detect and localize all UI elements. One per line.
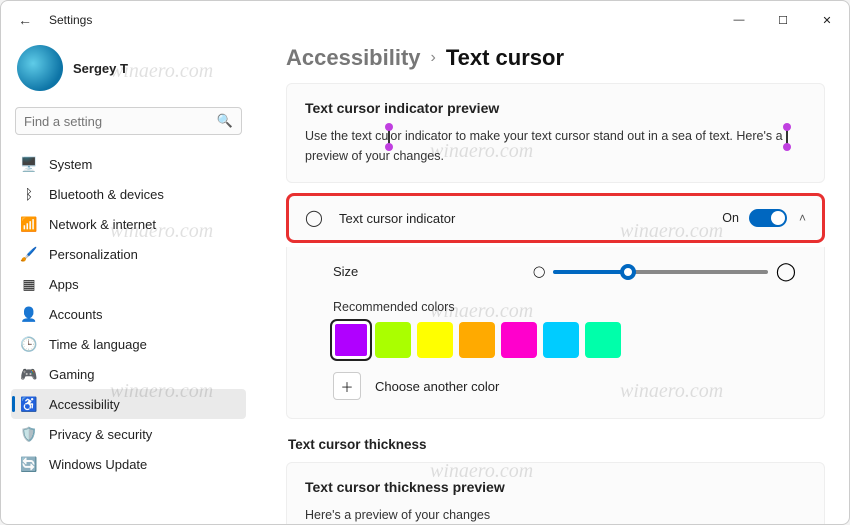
sidebar-item-label: Network & internet — [49, 217, 156, 232]
profile-name: Sergey T — [73, 61, 128, 76]
profile[interactable]: Sergey T — [17, 45, 240, 91]
indicator-expanded-panel: Size ◯ ◯ Recommended colors ＋ Choose ano… — [286, 247, 825, 419]
sidebar-item-gaming[interactable]: 🎮 Gaming — [11, 359, 246, 389]
sidebar-item-label: Gaming — [49, 367, 95, 382]
colors-heading: Recommended colors — [333, 300, 796, 314]
color-swatch[interactable] — [417, 322, 453, 358]
toggle-state: On — [722, 211, 739, 225]
size-small-icon: ◯ — [533, 265, 545, 278]
toggle-switch[interactable] — [749, 209, 787, 227]
close-button[interactable]: ✕ — [805, 1, 849, 39]
nav-icon: 🖌️ — [21, 246, 37, 262]
preview-heading: Text cursor indicator preview — [305, 100, 806, 116]
size-label: Size — [333, 264, 533, 279]
add-color-button[interactable]: ＋ — [333, 372, 361, 400]
nav-icon: 🖥️ — [21, 156, 37, 172]
nav-icon: 🎮 — [21, 366, 37, 382]
maximize-button[interactable]: ☐ — [761, 1, 805, 39]
search-icon: 🔍 — [217, 113, 233, 129]
color-swatch[interactable] — [501, 322, 537, 358]
sidebar-item-time-language[interactable]: 🕒 Time & language — [11, 329, 246, 359]
sidebar-item-apps[interactable]: ▦ Apps — [11, 269, 246, 299]
sidebar-item-bluetooth-devices[interactable]: ᛒ Bluetooth & devices — [11, 179, 246, 209]
thickness-preview-text: Here's a preview of your changes — [305, 505, 806, 524]
chevron-up-icon[interactable]: ˄ — [799, 211, 806, 225]
sidebar: Sergey T 🔍 🖥️ System ᛒ Bluetooth & devices 📶… — [1, 39, 256, 524]
minimize-button[interactable]: — — [717, 1, 761, 39]
color-swatch[interactable] — [585, 322, 621, 358]
thickness-preview-card: Text cursor thickness preview Here's a p… — [286, 462, 825, 524]
sidebar-item-system[interactable]: 🖥️ System — [11, 149, 246, 179]
search-input[interactable] — [24, 114, 217, 129]
nav-icon: ♿ — [21, 396, 37, 412]
breadcrumb: Accessibility › Text cursor — [286, 45, 825, 71]
choose-color-label: Choose another color — [375, 379, 499, 394]
sidebar-item-label: Time & language — [49, 337, 147, 352]
sidebar-item-accessibility[interactable]: ♿ Accessibility — [11, 389, 246, 419]
size-large-icon: ◯ — [776, 261, 796, 282]
size-slider[interactable]: ◯ ◯ — [533, 261, 796, 282]
sidebar-item-label: Apps — [49, 277, 79, 292]
breadcrumb-current: Text cursor — [446, 45, 564, 71]
sidebar-item-label: Windows Update — [49, 457, 147, 472]
main-content: Accessibility › Text cursor Text cursor … — [256, 39, 849, 524]
sidebar-item-accounts[interactable]: 👤 Accounts — [11, 299, 246, 329]
nav-icon: 👤 — [21, 306, 37, 322]
preview-text: Use the text cuor indicator to make your… — [305, 126, 806, 166]
titlebar: ← Settings — ☐ ✕ — [1, 1, 849, 39]
sidebar-item-label: Privacy & security — [49, 427, 152, 442]
sidebar-item-label: System — [49, 157, 92, 172]
chevron-right-icon: › — [431, 49, 436, 67]
slider-track[interactable] — [553, 270, 768, 274]
sidebar-item-label: Bluetooth & devices — [49, 187, 164, 202]
sidebar-item-label: Accessibility — [49, 397, 120, 412]
sidebar-item-windows-update[interactable]: 🔄 Windows Update — [11, 449, 246, 479]
avatar — [17, 45, 63, 91]
text-cursor-indicator-row[interactable]: ◯ Text cursor indicator On ˄ — [286, 193, 825, 243]
breadcrumb-parent[interactable]: Accessibility — [286, 45, 421, 71]
sidebar-item-label: Personalization — [49, 247, 138, 262]
nav-icon: ᛒ — [21, 186, 37, 202]
sidebar-item-personalization[interactable]: 🖌️ Personalization — [11, 239, 246, 269]
thickness-section-header: Text cursor thickness — [288, 437, 825, 452]
search-box[interactable]: 🔍 — [15, 107, 242, 135]
color-swatches — [333, 322, 796, 358]
nav-icon: ▦ — [21, 276, 37, 292]
nav-icon: 🔄 — [21, 456, 37, 472]
preview-card: Text cursor indicator preview Use the te… — [286, 83, 825, 183]
sidebar-item-privacy-security[interactable]: 🛡️ Privacy & security — [11, 419, 246, 449]
nav-icon: 📶 — [21, 216, 37, 232]
color-swatch[interactable] — [333, 322, 369, 358]
text-cursor-indicator-demo — [786, 130, 788, 144]
nav-icon: 🕒 — [21, 336, 37, 352]
nav-icon: 🛡️ — [21, 426, 37, 442]
sidebar-item-label: Accounts — [49, 307, 102, 322]
sidebar-item-network-internet[interactable]: 📶 Network & internet — [11, 209, 246, 239]
size-row: Size ◯ ◯ — [333, 261, 796, 282]
window-title: Settings — [49, 13, 92, 27]
back-button[interactable]: ← — [15, 12, 35, 28]
thickness-preview-heading: Text cursor thickness preview — [305, 479, 806, 495]
color-swatch[interactable] — [459, 322, 495, 358]
slider-thumb[interactable] — [620, 264, 636, 280]
text-cursor-indicator-demo — [388, 130, 390, 144]
indicator-icon: ◯ — [305, 208, 327, 228]
color-swatch[interactable] — [543, 322, 579, 358]
toggle-label: Text cursor indicator — [339, 211, 722, 226]
choose-color-row[interactable]: ＋ Choose another color — [333, 372, 796, 400]
color-swatch[interactable] — [375, 322, 411, 358]
